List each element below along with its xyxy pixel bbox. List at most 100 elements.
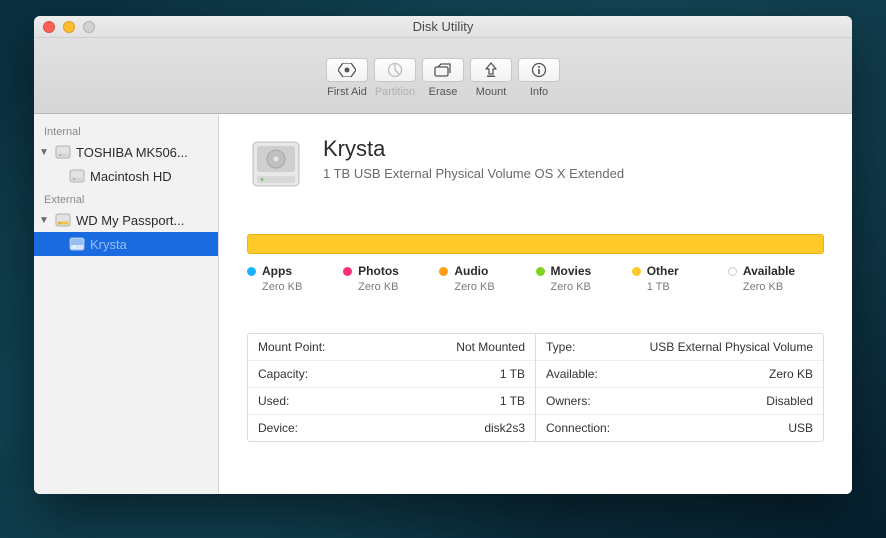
toolbar-label: Erase [429,86,458,98]
close-button[interactable] [43,21,55,33]
legend-value: 1 TB [632,281,728,293]
toolbar: First Aid Partition Erase Mount Info [34,38,852,114]
info-key: Device: [258,421,298,435]
toolbar-erase-button[interactable]: Erase [422,58,464,98]
legend-swatch [632,267,641,276]
sidebar: Internal ▼ TOSHIBA MK506... Macintosh HD Ext… [34,114,219,494]
info-column-left: Mount Point:Not MountedCapacity:1 TBUsed… [248,334,536,441]
info-value: 1 TB [500,367,525,381]
info-value: USB [788,421,813,435]
content-area: Internal ▼ TOSHIBA MK506... Macintosh HD Ext… [34,114,852,494]
info-key: Mount Point: [258,340,325,354]
drive-icon [68,235,86,253]
info-key: Available: [546,367,598,381]
minimize-button[interactable] [63,21,75,33]
legend-value: Zero KB [343,281,439,293]
window: Disk Utility First Aid Partition Erase Moun… [34,16,852,494]
legend-value: Zero KB [439,281,535,293]
info-row: Owners: Disabled [536,388,823,415]
toolbar-label: Info [530,86,548,98]
toolbar-label: Partition [375,86,415,98]
sidebar-item-label: WD My Passport... [76,213,212,228]
drive-icon [68,167,86,185]
sidebar-item-macintosh-hd[interactable]: Macintosh HD [34,164,218,188]
legend-item: Other 1 TB [632,264,728,293]
info-value: Not Mounted [456,340,525,354]
info-row: Device: disk2s3 [248,415,535,441]
disclosure-triangle-icon[interactable]: ▼ [38,215,50,226]
volume-header: Krysta 1 TB USB External Physical Volume… [247,136,824,194]
usage-legend: AppsZero KBPhotosZero KBAudioZero KBMovi… [247,264,824,293]
legend-swatch [728,267,737,276]
legend-label: Movies [551,264,592,278]
sidebar-item-toshiba[interactable]: ▼ TOSHIBA MK506... [34,140,218,164]
info-key: Capacity: [258,367,308,381]
toolbar-mount-button[interactable]: Mount [470,58,512,98]
info-key: Used: [258,394,289,408]
toolbar-info-button[interactable]: Info [518,58,560,98]
sidebar-item-label: Macintosh HD [90,169,212,184]
legend-label: Other [647,264,679,278]
info-key: Type: [546,340,575,354]
info-value: Disabled [766,394,813,408]
drive-icon [54,211,72,229]
legend-value: Zero KB [728,281,824,293]
legend-label: Audio [454,264,488,278]
legend-value: Zero KB [536,281,632,293]
volume-name: Krysta [323,136,624,162]
window-title: Disk Utility [413,19,474,34]
toolbar-first-aid-button[interactable]: First Aid [326,58,368,98]
legend-item: Photos Zero KB [343,264,439,293]
info-value: Zero KB [769,367,813,381]
usage-bar [247,234,824,254]
legend-label: Apps [262,264,292,278]
toolbar-partition-button: Partition [374,58,416,98]
info-column-right: Type: USB External Physical Volume Availab… [536,334,823,441]
traffic-lights [43,21,95,33]
info-key: Connection: [546,421,610,435]
volume-subtitle: 1 TB USB External Physical Volume OS X E… [323,166,624,181]
legend-value: Zero KB [247,281,343,293]
legend-item: Movies Zero KB [536,264,632,293]
info-row: Type: USB External Physical Volume [536,334,823,361]
erase-icon [422,58,464,82]
main-panel: Krysta 1 TB USB External Physical Volume… [219,114,852,494]
toolbar-label: Mount [476,86,507,98]
info-icon [518,58,560,82]
legend-swatch [439,267,448,276]
zoom-button[interactable] [83,21,95,33]
legend-swatch [343,267,352,276]
partition-icon [374,58,416,82]
info-row: Capacity: 1 TB [248,361,535,388]
volume-title-block: Krysta 1 TB USB External Physical Volume… [323,136,624,181]
first-aid-icon [326,58,368,82]
sidebar-item-wd-passport[interactable]: ▼ WD My Passport... [34,208,218,232]
sidebar-item-label: TOSHIBA MK506... [76,145,212,160]
legend-swatch [247,267,256,276]
legend-label: Photos [358,264,399,278]
info-row: Used: 1 TB [248,388,535,415]
info-value: 1 TB [500,394,525,408]
legend-item: Audio Zero KB [439,264,535,293]
info-table: Mount Point:Not MountedCapacity:1 TBUsed… [247,333,824,442]
info-value: disk2s3 [484,421,525,435]
info-row: Mount Point: Not Mounted [248,334,535,361]
titlebar: Disk Utility [34,16,852,38]
mount-icon [470,58,512,82]
disclosure-triangle-icon[interactable]: ▼ [38,147,50,158]
legend-item: Apps Zero KB [247,264,343,293]
info-key: Owners: [546,394,591,408]
drive-icon [54,143,72,161]
sidebar-section-header: External [34,188,218,208]
drive-icon [247,136,305,194]
sidebar-item-label: Krysta [90,237,212,252]
info-row: Connection: USB [536,415,823,441]
info-value: USB External Physical Volume [650,340,813,354]
legend-swatch [536,267,545,276]
legend-label: Available [743,264,795,278]
sidebar-item-krysta[interactable]: Krysta [34,232,218,256]
info-row: Available: Zero KB [536,361,823,388]
legend-item: Available Zero KB [728,264,824,293]
sidebar-section-header: Internal [34,120,218,140]
toolbar-label: First Aid [327,86,367,98]
